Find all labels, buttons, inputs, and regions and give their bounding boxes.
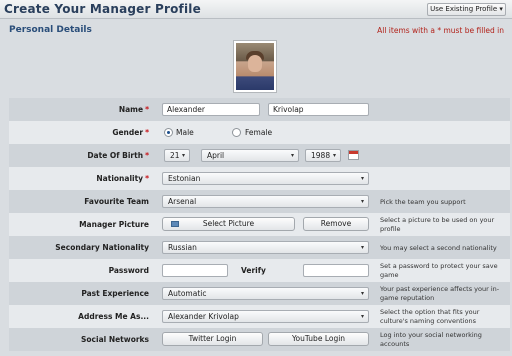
required-marker: * (145, 105, 149, 114)
twitter-login-button[interactable]: Twitter Login (162, 332, 263, 346)
favourite-team-select[interactable]: Arsenal ▾ (162, 195, 369, 208)
manager-photo (233, 40, 277, 93)
male-radio[interactable] (164, 128, 173, 137)
dob-label: Date Of Birth (87, 151, 144, 160)
address-me-as-label: Address Me As... (78, 312, 149, 321)
chevron-down-icon: ▾ (290, 152, 294, 159)
row-manager-picture: Manager Picture Select Picture Remove Se… (9, 213, 510, 236)
dob-day-select[interactable]: 21 ▾ (164, 149, 190, 162)
social-networks-desc: Log into your social networking accounts (380, 331, 482, 348)
address-me-as-desc: Select the option that fits your culture… (380, 308, 480, 325)
required-note: All items with a * must be filled in (377, 26, 504, 35)
row-secondary-nationality: Secondary Nationality Russian ▾ You may s… (9, 236, 510, 259)
past-experience-select[interactable]: Automatic ▾ (162, 287, 369, 300)
gender-label: Gender (112, 128, 144, 137)
manager-photo-image (236, 43, 274, 90)
chevron-down-icon: ▾ (360, 313, 364, 320)
calendar-icon[interactable] (348, 150, 359, 160)
first-name-input[interactable]: Alexander (162, 103, 260, 116)
secondary-nationality-label: Secondary Nationality (55, 243, 149, 252)
password-desc: Set a password to protect your save game (380, 262, 498, 279)
secondary-nationality-select[interactable]: Russian ▾ (162, 241, 369, 254)
row-name: Name * Alexander Krivolap (9, 98, 510, 121)
female-radio[interactable] (232, 128, 241, 137)
verify-password-input[interactable] (303, 264, 369, 277)
past-experience-desc: Your past experience affects your in-gam… (380, 285, 500, 302)
social-networks-label: Social Networks (81, 335, 149, 344)
secondary-nationality-desc: You may select a second nationality (380, 244, 497, 252)
chevron-down-icon: ▾ (360, 290, 364, 297)
dob-month-select[interactable]: April ▾ (201, 149, 299, 162)
favourite-team-label: Favourite Team (84, 197, 149, 206)
row-password: Password Verify Set a password to protec… (9, 259, 510, 282)
page-title: Create Your Manager Profile (4, 2, 201, 16)
row-gender: Gender * Male Female (9, 121, 510, 144)
favourite-team-desc: Pick the team you support (380, 198, 466, 206)
title-bar: Create Your Manager Profile Use Existing… (0, 0, 512, 19)
row-past-experience: Past Experience Automatic ▾ Your past exp… (9, 282, 510, 305)
row-favourite-team: Favourite Team Arsenal ▾ Pick the team yo… (9, 190, 510, 213)
required-marker: * (145, 128, 149, 137)
nationality-select[interactable]: Estonian ▾ (162, 172, 369, 185)
use-existing-profile-button[interactable]: Use Existing Profile ▾ (427, 3, 506, 16)
last-name-input[interactable]: Krivolap (268, 103, 369, 116)
nationality-label: Nationality (96, 174, 144, 183)
manager-picture-label: Manager Picture (79, 220, 149, 229)
remove-picture-button[interactable]: Remove (303, 217, 369, 231)
name-label: Name (118, 105, 144, 114)
dob-year-select[interactable]: 1988 ▾ (305, 149, 341, 162)
chevron-down-icon: ▾ (332, 152, 336, 159)
chevron-down-icon: ▾ (360, 244, 364, 251)
section-title: Personal Details (9, 25, 92, 35)
chevron-down-icon: ▾ (360, 175, 364, 182)
password-label: Password (108, 266, 149, 275)
address-me-as-select[interactable]: Alexander Krivolap ▾ (162, 310, 369, 323)
chevron-down-icon: ▾ (360, 198, 364, 205)
past-experience-label: Past Experience (81, 289, 149, 298)
chevron-down-icon: ▾ (181, 152, 185, 159)
verify-label: Verify (241, 266, 266, 275)
female-radio-label: Female (245, 128, 273, 137)
password-input[interactable] (162, 264, 228, 277)
row-social-networks: Social Networks Twitter Login YouTube Lo… (9, 328, 510, 351)
required-marker: * (145, 151, 149, 160)
select-picture-button[interactable]: Select Picture (162, 217, 295, 231)
manager-picture-desc: Select a picture to be used on your prof… (380, 216, 495, 233)
male-radio-label: Male (176, 128, 194, 137)
row-nationality: Nationality * Estonian ▾ (9, 167, 510, 190)
row-address-me-as: Address Me As... Alexander Krivolap ▾ Sel… (9, 305, 510, 328)
picture-icon (171, 221, 179, 227)
youtube-login-button[interactable]: YouTube Login (268, 332, 369, 346)
required-marker: * (145, 174, 149, 183)
section-header: Personal Details All items with a * must… (0, 20, 512, 40)
row-date-of-birth: Date Of Birth * 21 ▾ April ▾ 1988 ▾ (9, 144, 510, 167)
